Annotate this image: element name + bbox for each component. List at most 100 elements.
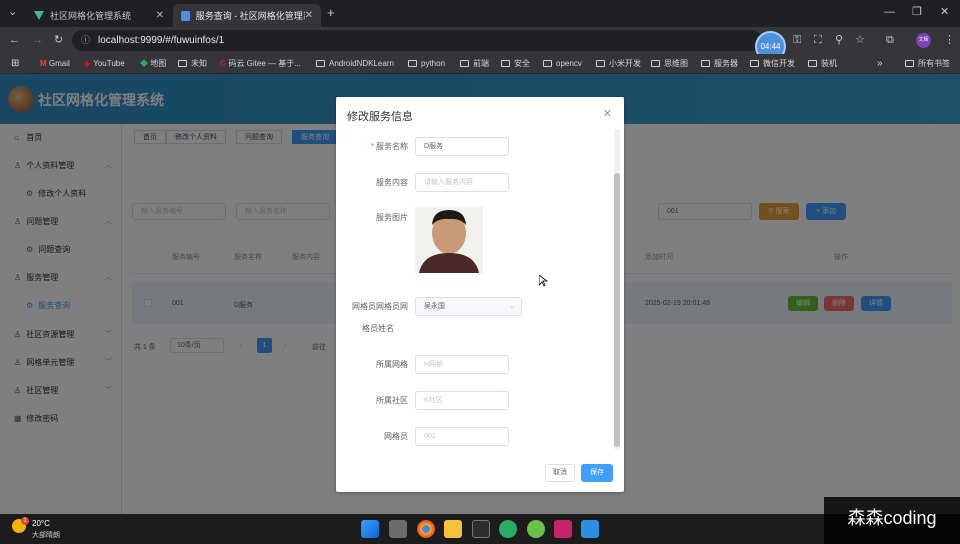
bookmark-folder-xiaomi[interactable]: 小米开发 — [596, 54, 641, 74]
temperature: 20°C — [32, 519, 50, 528]
bookmark-youtube[interactable]: ▶ YouTube — [85, 54, 125, 74]
cancel-button[interactable]: 取消 — [545, 464, 575, 482]
chevron-down-icon: ⌄ — [509, 303, 515, 310]
vscode-icon[interactable] — [581, 520, 599, 538]
menu-icon[interactable]: ⋮ — [944, 27, 955, 54]
close-icon[interactable]: ✕ — [156, 10, 164, 21]
back-icon[interactable]: ← — [9, 27, 20, 54]
close-icon[interactable]: ✕ — [603, 107, 612, 120]
bookmark-all[interactable]: 所有书签 — [905, 54, 950, 74]
scrollbar-thumb[interactable] — [614, 173, 620, 447]
zoom-icon[interactable]: ⚲ — [835, 27, 843, 54]
bookmark-label: 所有书签 — [918, 59, 950, 68]
map-icon: ◆ — [140, 59, 151, 68]
bookmark-gitee[interactable]: G 码云 Gitee — 基于... — [220, 54, 301, 74]
bookmark-star-icon[interactable]: ☆ — [855, 27, 865, 54]
profile-avatar[interactable]: 文辉 — [916, 33, 931, 48]
bookmark-folder-python[interactable]: python — [408, 54, 445, 74]
ide-icon[interactable] — [554, 520, 572, 538]
service-content-input[interactable]: 请输入服务内容 — [415, 173, 509, 192]
bookmark-label: 服务器 — [714, 59, 738, 68]
wechat-icon[interactable] — [499, 520, 517, 538]
bookmark-folder-mindmap[interactable]: 思维图 — [651, 54, 688, 74]
folder-icon — [750, 60, 759, 67]
site-info-icon[interactable]: ⓘ — [81, 30, 90, 51]
bookmark-folder-ndk[interactable]: AndroidNDKLearn — [316, 54, 394, 74]
file-explorer-icon[interactable] — [444, 520, 462, 538]
community-input[interactable]: K社区 — [415, 391, 509, 410]
youtube-icon: ▶ — [85, 59, 94, 68]
maximize-icon[interactable]: ❐ — [912, 0, 922, 26]
bookmark-folder-frontend[interactable]: 前端 — [460, 54, 489, 74]
forward-icon[interactable]: → — [32, 27, 43, 54]
tab-title: 社区网格化管理系统 — [50, 11, 132, 21]
task-view-icon[interactable] — [389, 520, 407, 538]
minimize-icon[interactable]: — — [884, 0, 895, 26]
select-value: 吴永国 — [424, 303, 445, 310]
gridman-id-input[interactable]: 001 — [415, 427, 509, 446]
apps-grid-icon[interactable]: ⊞ — [11, 54, 19, 74]
bookmark-label: 未知 — [191, 59, 207, 68]
folder-icon — [651, 60, 660, 67]
taskbar: 1 20°C 大部晴朗 — [0, 514, 960, 544]
windows-start-icon[interactable] — [361, 520, 379, 538]
dialog-title: 修改服务信息 — [347, 111, 413, 123]
bookmark-folder-server[interactable]: 服务器 — [701, 54, 738, 74]
gridman-id-label: 网格员 — [384, 432, 408, 441]
service-image-label: 服务图片 — [376, 213, 408, 222]
vue-icon — [34, 11, 44, 20]
weather-text: 大部晴朗 — [32, 532, 60, 539]
service-content-label: 服务内容 — [376, 178, 408, 187]
folder-icon — [808, 60, 817, 67]
page-icon — [181, 10, 190, 21]
translate-icon[interactable]: ⛶ — [814, 27, 822, 54]
tab-search-icon[interactable]: ⌄ — [8, 0, 17, 26]
address-bar[interactable]: ⓘ localhost:9999/#/fuwuinfos/1 — [72, 30, 762, 51]
edit-service-dialog: 修改服务信息 ✕ * 服务名称 D服务 服务内容 请输入服务内容 服务图片 网格员… — [336, 97, 624, 492]
bookmark-label: 地图 — [150, 59, 167, 68]
dialog-scrollbar[interactable] — [614, 129, 620, 449]
close-icon[interactable]: ✕ — [305, 10, 313, 21]
bookmarks-bar: ⊞ M Gmail ▶ YouTube ◆ 地图 未知 G 码云 Gitee —… — [0, 54, 960, 74]
bookmark-maps[interactable]: ◆ 地图 — [140, 54, 166, 74]
bookmark-label: AndroidNDKLearn — [329, 59, 394, 68]
window-close-icon[interactable]: ✕ — [940, 0, 949, 26]
service-name-input[interactable]: D服务 — [415, 137, 509, 156]
watermark: 森森coding — [824, 497, 960, 544]
reload-icon[interactable]: ↻ — [54, 27, 63, 54]
label-text: 网格员网格员网 — [352, 302, 408, 311]
bookmark-folder-security[interactable]: 安全 — [501, 54, 530, 74]
grid-input[interactable]: H网格 — [415, 355, 509, 374]
chrome-icon[interactable] — [417, 520, 435, 538]
folder-icon — [408, 60, 417, 67]
bookmark-label: 前端 — [473, 59, 489, 68]
required-mark: * — [370, 142, 374, 151]
folder-icon — [501, 60, 510, 67]
key-icon[interactable]: ⚿ — [793, 27, 801, 54]
app-icon[interactable] — [527, 520, 545, 538]
bookmark-folder-install[interactable]: 装机 — [808, 54, 837, 74]
more-bookmarks-icon[interactable]: » — [877, 54, 883, 74]
bookmark-folder-opencv[interactable]: opencv — [543, 54, 582, 74]
new-tab-icon[interactable]: + — [327, 0, 335, 26]
browser-toolbar: ← → ↻ ⓘ localhost:9999/#/fuwuinfos/1 ⚿ ⛶… — [0, 27, 960, 54]
bookmark-label: 安全 — [514, 59, 530, 68]
gridman-name-label-wrap: 格员姓名 — [336, 324, 394, 334]
terminal-icon[interactable] — [472, 520, 490, 538]
tab-title: 服务查询 - 社区网格化管理系统 — [195, 11, 305, 21]
extensions-icon[interactable]: ⧉ — [886, 27, 894, 54]
url-text: localhost:9999/#/fuwuinfos/1 — [98, 35, 225, 46]
bookmark-folder-unknown[interactable]: 未知 — [178, 54, 207, 74]
folder-icon — [543, 60, 552, 67]
save-button[interactable]: 保存 — [581, 464, 613, 482]
bookmark-gmail[interactable]: M Gmail — [40, 54, 70, 74]
gridman-select[interactable]: 吴永国 ⌄ — [415, 297, 522, 316]
tab-app-home[interactable]: 社区网格化管理系统 ✕ — [26, 4, 172, 27]
gmail-icon: M — [40, 59, 49, 68]
bookmark-folder-wechat[interactable]: 微信开发 — [750, 54, 795, 74]
tab-service-query[interactable]: 服务查询 - 社区网格化管理系统 ✕ — [173, 4, 321, 27]
folder-icon — [178, 60, 187, 67]
folder-icon — [701, 60, 710, 67]
service-image[interactable] — [415, 207, 483, 273]
folder-icon — [316, 60, 325, 67]
